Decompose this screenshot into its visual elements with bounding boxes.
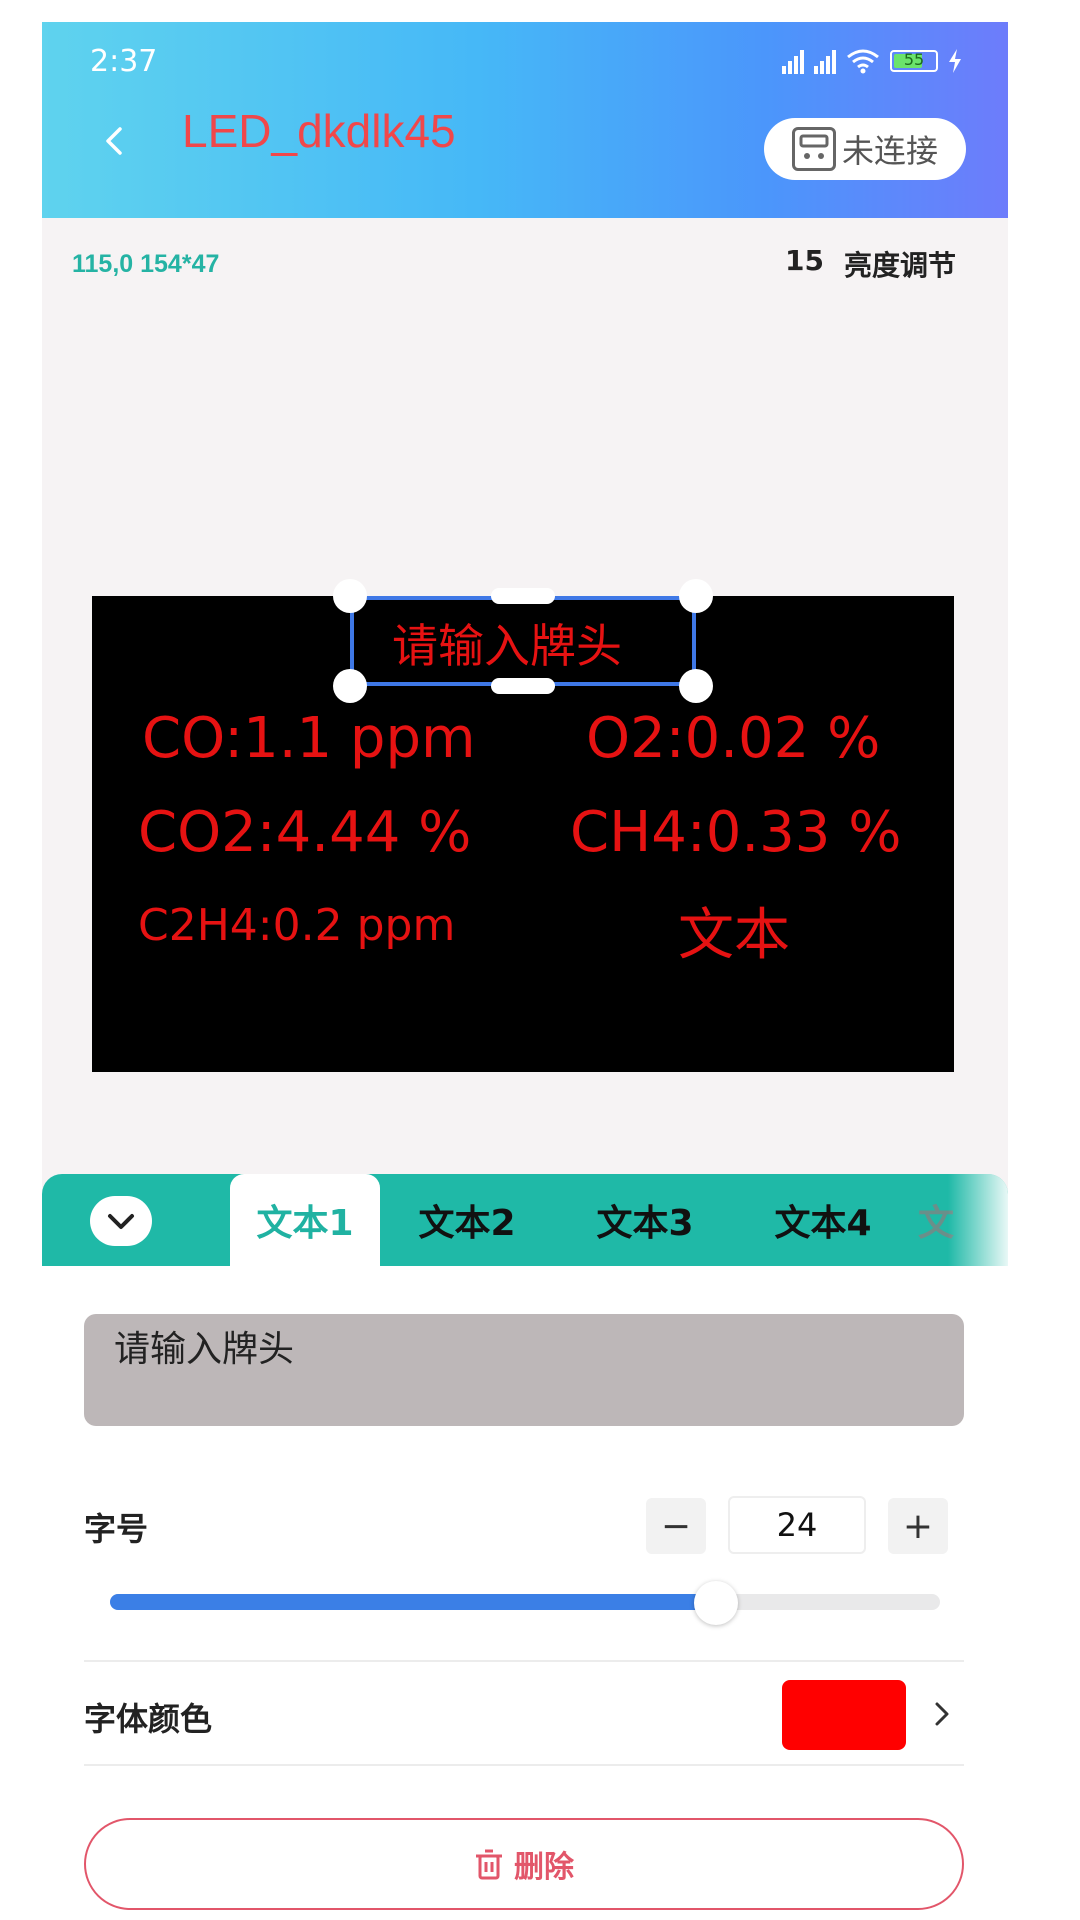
app-screen: 2:37 55 LED_dkdlk45 未连接 115,0 154*47 15 … [42,22,1008,1920]
font-size-value[interactable]: 24 [728,1496,866,1554]
text-tabs: 文本1 文本2 文本3 文本4 文 [42,1174,1008,1266]
wifi-icon [847,49,879,74]
status-icons: 55 [782,48,962,74]
resize-handle[interactable] [333,579,367,613]
device-title: LED_dkdlk45 [182,105,456,157]
connection-status: 未连接 [841,132,938,170]
tab-text3[interactable]: 文本3 [570,1174,720,1266]
slider-fill [110,1594,716,1610]
led-line: 文本 [678,903,790,968]
font-size-decrease-button[interactable]: − [646,1498,706,1554]
font-size-increase-button[interactable]: + [888,1498,948,1554]
selection-coordinates: 115,0 154*47 [72,250,220,278]
device-icon [791,127,836,171]
brightness-value: 15 [785,244,824,277]
resize-handle[interactable] [679,579,713,613]
back-icon[interactable] [100,126,130,156]
tab-text1[interactable]: 文本1 [230,1174,380,1266]
charging-icon [949,49,961,73]
chevron-right-icon[interactable] [930,1702,954,1726]
divider [84,1660,964,1662]
tab-text4[interactable]: 文本4 [748,1174,898,1266]
signal-icon [782,48,804,74]
delete-label: 删除 [514,1850,574,1885]
collapse-button[interactable] [90,1196,152,1246]
battery-icon: 55 [890,50,938,72]
text-editor-panel: 文本1 文本2 文本3 文本4 文 请输入牌头 字号 − 24 + 字体颜色 删… [42,1174,1008,1920]
led-line: O2:0.02 % [586,706,881,771]
delete-button[interactable]: 删除 [84,1818,964,1910]
app-header: 2:37 55 LED_dkdlk45 未连接 [42,22,1008,218]
text-content-input[interactable]: 请输入牌头 [84,1314,964,1426]
resize-handle[interactable] [333,669,367,703]
status-time: 2:37 [90,44,158,79]
slider-thumb[interactable] [693,1581,738,1625]
resize-handle[interactable] [491,588,555,604]
trash-icon [476,1849,502,1880]
brightness-control[interactable]: 15 亮度调节 [785,244,956,284]
resize-handle[interactable] [679,669,713,703]
led-line: C2H4:0.2 ppm [138,900,456,951]
font-size-slider[interactable] [110,1581,940,1625]
font-color-swatch[interactable] [782,1680,906,1750]
led-line: CH4:0.33 % [570,800,902,865]
led-header-text: 请输入牌头 [392,619,622,673]
led-line: CO:1.1 ppm [142,706,476,771]
battery-level: 55 [903,50,925,69]
divider [84,1764,964,1766]
signal-icon [814,48,836,74]
tab-fade [948,1174,1008,1266]
led-preview-canvas[interactable]: 请输入牌头 CO:1.1 ppm O2:0.02 % CO2:4.44 % CH… [92,579,954,1072]
brightness-label: 亮度调节 [843,249,956,282]
connection-button[interactable]: 未连接 [764,118,966,180]
led-line: CO2:4.44 % [138,800,472,865]
font-size-label: 字号 [84,1510,149,1548]
resize-handle[interactable] [491,678,555,694]
font-color-label: 字体颜色 [84,1700,213,1738]
tab-text2[interactable]: 文本2 [392,1174,542,1266]
